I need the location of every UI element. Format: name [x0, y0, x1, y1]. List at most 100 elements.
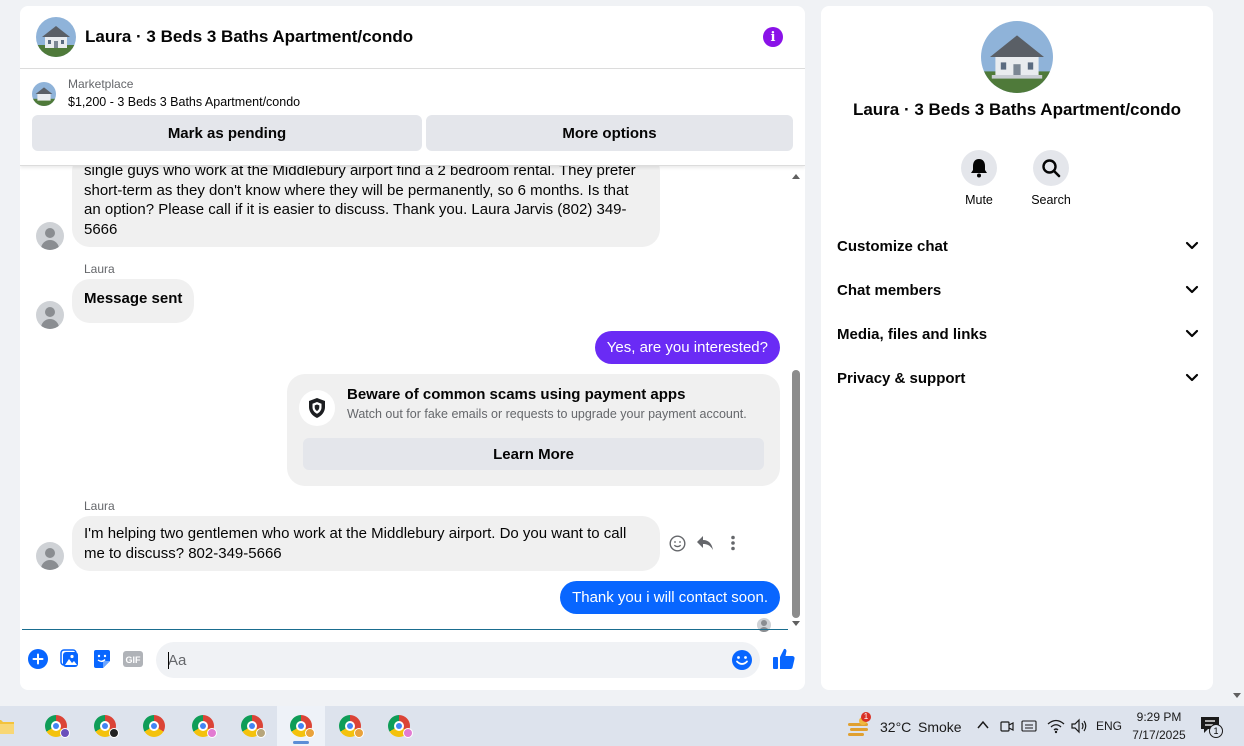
input-indicator-icon[interactable]: [1021, 718, 1039, 739]
message-line: an option? Please call if it is easier t…: [84, 201, 627, 218]
section-label: Media, files and links: [837, 325, 988, 343]
profile-badge-icon: [109, 728, 119, 738]
page-scroll-down-arrow[interactable]: [1233, 693, 1241, 698]
weather-widget-icon[interactable]: 1: [846, 712, 872, 737]
sender-avatar[interactable]: [36, 542, 64, 570]
notification-count: 1: [1209, 724, 1223, 738]
chat-info-panel: Laura · 3 Beds 3 Baths Apartment/condo M…: [821, 6, 1213, 690]
message-list: single guys who work at the Middlebury a…: [20, 166, 805, 630]
plus-circle-icon[interactable]: [27, 648, 49, 670]
sender-name: Laura: [84, 499, 115, 513]
learn-more-button[interactable]: Learn More: [303, 438, 764, 470]
profile-badge-icon: [60, 728, 70, 738]
chevron-down-icon: [1185, 241, 1199, 250]
chrome-taskbar-app[interactable]: [32, 706, 80, 746]
incoming-message[interactable]: I'm helping two gentlemen who work at th…: [72, 516, 660, 571]
chevron-down-icon: [1185, 285, 1199, 294]
message-scrollbar[interactable]: [791, 174, 801, 626]
section-privacy-support[interactable]: Privacy & support: [837, 366, 1199, 390]
section-label: Chat members: [837, 281, 942, 299]
file-explorer-icon[interactable]: [0, 706, 22, 746]
notification-center-icon[interactable]: 1: [1200, 716, 1224, 738]
message-line: short-term as they don't know where they…: [84, 181, 629, 199]
mute-action[interactable]: Mute: [949, 150, 1009, 207]
info-icon[interactable]: i: [763, 27, 783, 47]
clock-date[interactable]: 7/17/2025: [1128, 728, 1190, 742]
listing-title[interactable]: $1,200 - 3 Beds 3 Baths Apartment/condo: [68, 95, 300, 109]
scroll-thumb[interactable]: [792, 370, 800, 618]
scam-title: Beware of common scams using payment app…: [347, 386, 686, 403]
chrome-taskbar-app[interactable]: [130, 706, 178, 746]
chat-header: Laura · 3 Beds 3 Baths Apartment/condo i: [20, 6, 805, 69]
profile-badge-icon: [256, 728, 266, 738]
text-caret: [168, 652, 169, 669]
sticker-icon[interactable]: [91, 648, 113, 670]
chevron-down-icon: [1185, 329, 1199, 338]
chrome-taskbar-app[interactable]: [81, 706, 129, 746]
contact-avatar[interactable]: [36, 17, 76, 57]
listing-thumbnail[interactable]: [32, 82, 56, 106]
outgoing-message[interactable]: Thank you i will contact soon.: [560, 581, 780, 614]
language-indicator[interactable]: ENG: [1096, 719, 1122, 733]
search-label: Search: [1031, 193, 1071, 207]
message-line: 5666: [84, 220, 118, 238]
weather-alert-badge: 1: [861, 712, 871, 722]
chat-panel: Laura · 3 Beds 3 Baths Apartment/condo i…: [20, 6, 805, 690]
volume-icon[interactable]: [1070, 718, 1088, 739]
section-media-files-links[interactable]: Media, files and links: [837, 322, 1199, 346]
composer-divider: [22, 629, 788, 630]
sender-name: Laura: [84, 262, 115, 276]
section-customize-chat[interactable]: Customize chat: [837, 234, 1199, 258]
outgoing-message[interactable]: Yes, are you interested?: [594, 331, 780, 364]
profile-badge-icon: [207, 728, 217, 738]
clock-time[interactable]: 9:29 PM: [1128, 710, 1190, 724]
message-line: me to discuss? 802-349-5666: [84, 544, 282, 562]
section-chat-members[interactable]: Chat members: [837, 278, 1199, 302]
section-label: Customize chat: [837, 237, 948, 255]
info-title: Laura · 3 Beds 3 Baths Apartment/condo: [852, 100, 1182, 119]
message-actions: [668, 534, 742, 552]
emoji-icon[interactable]: [731, 649, 753, 676]
message-input-box[interactable]: [156, 642, 760, 678]
thumbs-up-icon[interactable]: [771, 646, 797, 672]
more-vertical-icon[interactable]: [724, 534, 742, 552]
react-emoji-icon[interactable]: [668, 534, 686, 552]
bell-icon[interactable]: [961, 150, 997, 186]
chevron-down-icon: [1185, 373, 1199, 382]
message-line: single guys who work at the Middlebury a…: [84, 166, 636, 179]
chevron-up-icon[interactable]: [976, 718, 990, 737]
wifi-icon[interactable]: [1047, 718, 1065, 739]
chrome-taskbar-app[interactable]: [228, 706, 276, 746]
chrome-taskbar-app[interactable]: [375, 706, 423, 746]
sender-avatar[interactable]: [36, 301, 64, 329]
contact-avatar-large[interactable]: [981, 21, 1053, 93]
mute-label: Mute: [965, 193, 993, 207]
chrome-taskbar-app-active[interactable]: [277, 706, 325, 746]
sender-avatar[interactable]: [36, 222, 64, 250]
weather-description[interactable]: Smoke: [918, 719, 962, 735]
scam-subtitle: Watch out for fake emails or requests to…: [347, 407, 747, 421]
scroll-down-arrow[interactable]: [792, 621, 800, 626]
meet-now-icon[interactable]: [999, 718, 1015, 739]
more-options-button[interactable]: More options: [426, 115, 793, 151]
shield-icon: [299, 390, 335, 426]
chat-title[interactable]: Laura · 3 Beds 3 Baths Apartment/condo: [85, 27, 763, 47]
message-line: I'm helping two gentlemen who work at th…: [84, 525, 627, 542]
incoming-message[interactable]: single guys who work at the Middlebury a…: [72, 166, 660, 247]
weather-temp[interactable]: 32°C: [880, 719, 911, 735]
reply-icon[interactable]: [696, 534, 714, 552]
search-action[interactable]: Search: [1021, 150, 1081, 207]
marketplace-label: Marketplace: [68, 77, 134, 91]
scam-warning-card: Beware of common scams using payment app…: [287, 374, 780, 486]
message-input[interactable]: [168, 642, 728, 678]
composer: GIF: [20, 640, 805, 680]
chrome-taskbar-app[interactable]: [179, 706, 227, 746]
gif-icon[interactable]: GIF: [122, 648, 144, 670]
section-label: Privacy & support: [837, 369, 966, 387]
search-icon[interactable]: [1033, 150, 1069, 186]
photo-icon[interactable]: [59, 648, 81, 670]
message-sent-bubble[interactable]: Message sent: [72, 279, 195, 323]
scroll-up-arrow[interactable]: [792, 174, 800, 179]
mark-as-pending-button[interactable]: Mark as pending: [32, 115, 422, 151]
chrome-taskbar-app[interactable]: [326, 706, 374, 746]
